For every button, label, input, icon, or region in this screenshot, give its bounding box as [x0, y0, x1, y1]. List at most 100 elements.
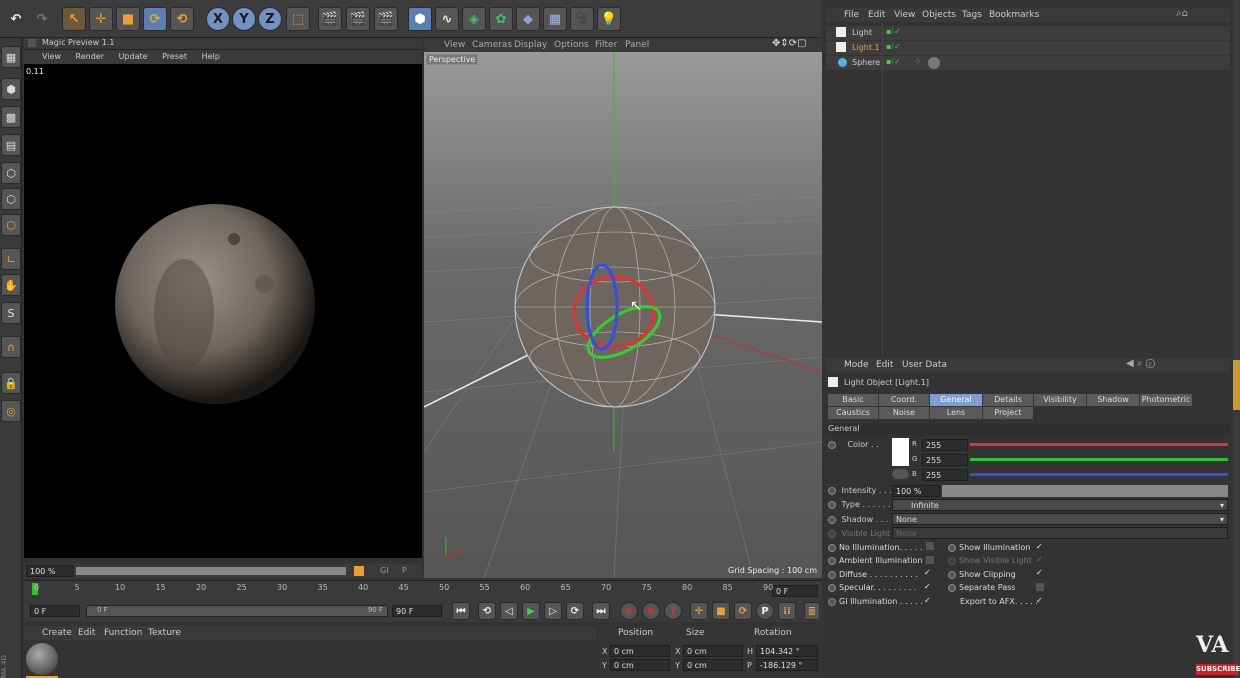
floor-icon[interactable]: ▦	[543, 7, 567, 31]
vp-menu-cameras[interactable]: Cameras	[472, 40, 512, 50]
no-illumination-checkbox[interactable]	[926, 542, 934, 550]
key-position-icon[interactable]: ✛	[690, 602, 708, 620]
render-settings-icon[interactable]: 🎬	[374, 7, 398, 31]
axis-mode-icon[interactable]: ∟	[1, 248, 21, 270]
attr-menu-user-data[interactable]: User Data	[902, 360, 947, 370]
object-name[interactable]: Sphere	[852, 58, 880, 67]
previous-key-icon[interactable]: ⟲	[478, 602, 496, 620]
record-icon[interactable]: ⊘	[620, 602, 638, 620]
p-flag[interactable]: P	[402, 566, 407, 575]
vp-menu-options[interactable]: Options	[554, 40, 589, 50]
visibility-check-icon[interactable]: ▪⁝✓	[886, 57, 901, 66]
attr-nav-icons[interactable]: ◀ ⌕ ⓒ	[1126, 358, 1155, 369]
g-slider[interactable]	[970, 458, 1228, 461]
r-value-field[interactable]: 255	[922, 439, 968, 451]
mat-menu-edit[interactable]: Edit	[78, 628, 95, 638]
previous-frame-icon[interactable]: ◁	[500, 602, 518, 620]
tab-project[interactable]: Project	[983, 407, 1033, 419]
type-dropdown[interactable]: Infinite ▾	[892, 499, 1228, 511]
tweak-mode-icon[interactable]: ✋	[1, 274, 21, 296]
specular-checkbox[interactable]: ✓	[924, 582, 931, 591]
om-menu-view[interactable]: View	[894, 10, 915, 20]
shadow-anim-radio[interactable]	[828, 515, 836, 524]
make-editable-icon[interactable]: ▦	[1, 46, 21, 68]
export-afx-checkbox[interactable]: ✓	[1036, 596, 1043, 605]
r-slider[interactable]	[970, 443, 1228, 446]
mp-menu-view[interactable]: View	[42, 52, 61, 61]
show-clipping-row[interactable]: Show Clipping	[948, 570, 1016, 579]
material-tag-icon[interactable]	[928, 57, 940, 69]
tab-caustics[interactable]: Caustics	[828, 407, 878, 419]
vp-menu-panel[interactable]: Panel	[625, 40, 649, 50]
scale-icon[interactable]: ■	[116, 7, 140, 31]
om-menu-objects[interactable]: Objects	[922, 10, 956, 20]
rot-h-field[interactable]: 104.342 °	[756, 645, 818, 657]
y-axis-lock-button[interactable]: Y	[232, 7, 256, 31]
visibility-check-icon[interactable]: ▪⁝✓	[886, 27, 901, 36]
intensity-slider[interactable]	[942, 485, 1228, 497]
diffuse-checkbox[interactable]: ✓	[924, 568, 931, 577]
key-parameter-icon[interactable]: P	[756, 602, 774, 620]
go-to-end-icon[interactable]: ⏭	[592, 602, 610, 620]
snapping-button[interactable]: S	[1, 302, 21, 324]
magic-preview-canvas[interactable]: 0.11	[24, 64, 422, 558]
tab-shadow[interactable]: Shadow	[1087, 394, 1139, 406]
start-frame-field[interactable]: 0 F	[30, 605, 80, 617]
live-selection-icon[interactable]: ↖	[62, 7, 86, 31]
size-x-field[interactable]: 0 cm	[683, 645, 743, 657]
preview-zoom-field[interactable]: 100 %	[26, 565, 74, 577]
om-menu-tags[interactable]: Tags	[962, 10, 982, 20]
om-menu-edit[interactable]: Edit	[868, 10, 885, 20]
x-axis-lock-button[interactable]: X	[206, 7, 230, 31]
gi-illumination-checkbox[interactable]: ✓	[924, 596, 931, 605]
mat-menu-create[interactable]: Create	[42, 628, 72, 638]
cube-primitive-icon[interactable]: ⬢	[408, 7, 432, 31]
separate-pass-checkbox[interactable]	[1036, 583, 1044, 591]
g-value-field[interactable]: 255	[922, 454, 968, 466]
light-bulb-icon[interactable]: 💡	[597, 7, 621, 31]
tab-visibility[interactable]: Visibility	[1034, 394, 1086, 406]
visible-light-anim-radio[interactable]	[828, 529, 836, 538]
camera-icon[interactable]: 🎥	[570, 7, 594, 31]
tab-noise[interactable]: Noise	[879, 407, 929, 419]
lock-workplane-icon[interactable]: 🔒	[1, 372, 21, 394]
size-y-field[interactable]: 0 cm	[683, 659, 743, 671]
show-visible-light-checkbox[interactable]: ✓	[1036, 555, 1043, 564]
subdivision-surface-icon[interactable]: ◈	[462, 7, 486, 31]
gi-flag[interactable]: GI	[380, 566, 389, 575]
diffuse-row[interactable]: Diffuse . . . . . . . . . .	[828, 570, 918, 579]
rotate-icon[interactable]: ⟳	[143, 7, 167, 31]
moon-material-thumbnail[interactable]	[26, 643, 58, 675]
dock-tab[interactable]	[1233, 360, 1240, 410]
viewport-nav-icons[interactable]: ✥⇕⟳▢	[772, 38, 807, 49]
tab-details[interactable]: Details	[983, 394, 1033, 406]
visibility-check-icon[interactable]: ▪⁝✓	[886, 42, 901, 51]
edges-mode-icon[interactable]: ⬡	[1, 188, 21, 210]
pos-x-field[interactable]: 0 cm	[610, 645, 670, 657]
cloner-icon[interactable]: ✿	[489, 7, 513, 31]
specular-row[interactable]: Specular. . . . . . . . .	[828, 583, 916, 592]
attr-menu-mode[interactable]: Mode	[844, 360, 869, 370]
phong-tag-icon[interactable]: ⁘	[914, 57, 922, 67]
mat-menu-texture[interactable]: Texture	[148, 628, 181, 638]
frame-range-slider[interactable]: 0 F 90 F	[86, 605, 388, 617]
move-icon[interactable]: ✛	[89, 7, 113, 31]
current-frame-field[interactable]: 0 F	[772, 585, 818, 597]
object-row-light[interactable]: Light ▪⁝✓	[826, 26, 1230, 40]
object-name[interactable]: Light	[852, 28, 872, 37]
show-visible-light-row[interactable]: Show Visible Light	[948, 556, 1032, 565]
shadow-dropdown[interactable]: None ▾	[892, 513, 1228, 525]
type-anim-radio[interactable]	[828, 500, 836, 509]
mp-menu-help[interactable]: Help	[202, 52, 220, 61]
mat-menu-function[interactable]: Function	[104, 628, 142, 638]
next-key-icon[interactable]: ⟳	[566, 602, 584, 620]
play-icon[interactable]: ▶	[522, 602, 540, 620]
planar-workplane-icon[interactable]: ◎	[1, 400, 21, 422]
b-slider[interactable]	[970, 473, 1228, 476]
object-row-light-1[interactable]: Light.1 ▪⁝✓	[826, 41, 1230, 55]
end-frame-field[interactable]: 90 F	[392, 605, 442, 617]
key-pla-icon[interactable]: ⁞⁞	[778, 602, 796, 620]
vp-menu-filter[interactable]: Filter	[595, 40, 617, 50]
points-mode-icon[interactable]: ⬡	[1, 162, 21, 184]
show-illumination-checkbox[interactable]: ✓	[1036, 542, 1043, 551]
